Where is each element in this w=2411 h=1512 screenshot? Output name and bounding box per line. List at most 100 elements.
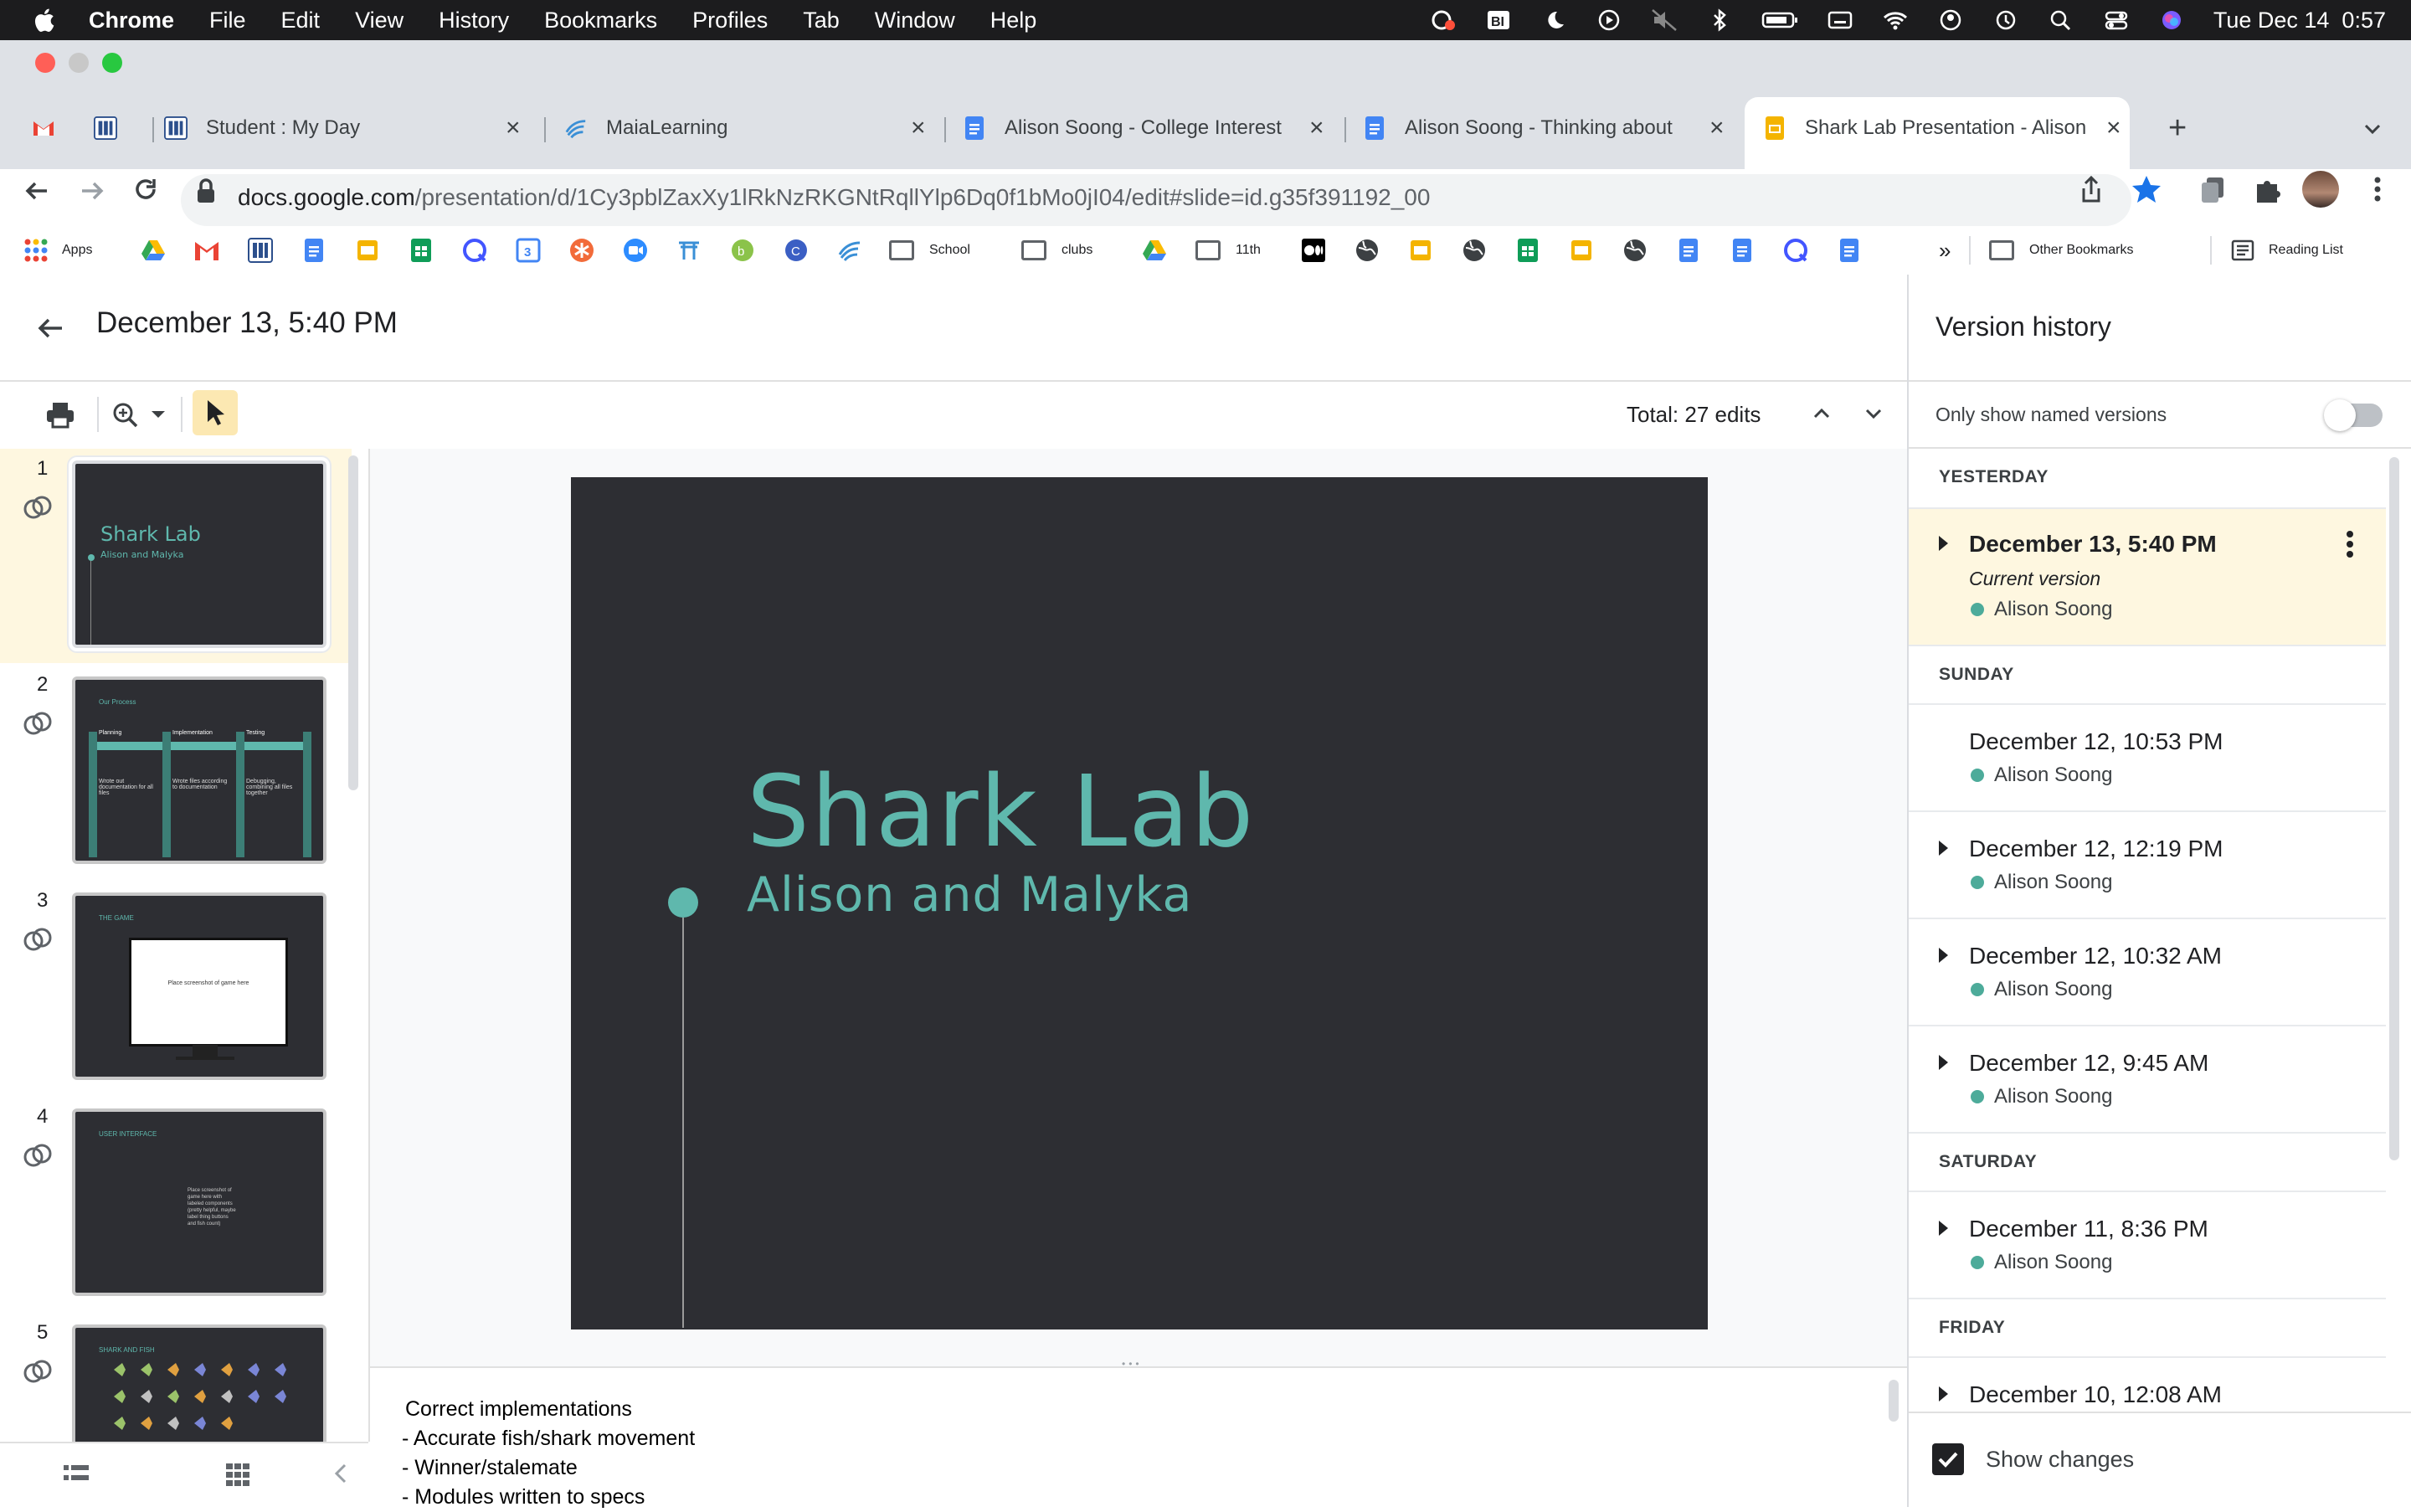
- tab-thinking-about[interactable]: Alison Soong - Thinking about ×: [1363, 105, 1731, 151]
- google-slides-icon[interactable]: [1408, 238, 1433, 263]
- select-tool-button[interactable]: [193, 390, 238, 435]
- tab-shark-lab-active[interactable]: Shark Lab Presentation - Alison ×: [1763, 105, 2131, 151]
- bookmark-other-bookmarks[interactable]: Other Bookmarks: [1989, 229, 2133, 271]
- mute-icon[interactable]: [1651, 8, 1678, 32]
- expand-caret-icon[interactable]: [1939, 1386, 1948, 1401]
- window-close-button[interactable]: [35, 53, 55, 73]
- gmail-icon[interactable]: [194, 239, 219, 261]
- menu-help[interactable]: Help: [990, 8, 1037, 33]
- maialearning-icon[interactable]: [837, 238, 862, 263]
- google-docs-icon[interactable]: [1676, 238, 1701, 263]
- quizlet-icon[interactable]: [462, 238, 487, 263]
- menu-view[interactable]: View: [355, 8, 404, 33]
- chevron-down-icon[interactable]: [149, 407, 167, 422]
- google-slides-icon[interactable]: [1569, 238, 1594, 263]
- tab-maialearning[interactable]: MaiaLearning ×: [564, 105, 933, 151]
- expand-caret-icon[interactable]: [1939, 948, 1948, 963]
- version-entry[interactable]: [1909, 1192, 2386, 1298]
- zoom-icon[interactable]: [109, 399, 142, 432]
- menu-tab[interactable]: Tab: [803, 8, 840, 33]
- moon-icon[interactable]: [1540, 8, 1567, 32]
- menu-file[interactable]: File: [209, 8, 246, 33]
- tab-gmail-pinned[interactable]: [32, 105, 74, 151]
- bookmark-folder-school[interactable]: School: [889, 229, 970, 271]
- google-drive-icon[interactable]: [1142, 238, 1167, 263]
- slide-title[interactable]: Shark Lab: [747, 753, 1255, 869]
- grid-view-icon[interactable]: [224, 1462, 251, 1487]
- expand-caret-icon[interactable]: [1939, 841, 1948, 856]
- google-sheets-icon[interactable]: [1515, 238, 1540, 263]
- forward-arrow-icon[interactable]: [75, 174, 109, 208]
- version-entry[interactable]: [1909, 1026, 2386, 1132]
- b-circle-icon[interactable]: b: [730, 238, 755, 263]
- torii-icon[interactable]: [676, 238, 702, 263]
- speaker-notes[interactable]: Correct implementations - Accurate fish/…: [370, 1366, 1907, 1509]
- bi-app-icon[interactable]: BI: [1485, 8, 1512, 32]
- extensions-puzzle-icon[interactable]: [2250, 172, 2284, 206]
- url-text[interactable]: docs.google.com/presentation/d/1Cy3pblZa…: [238, 184, 1430, 211]
- play-icon[interactable]: [1596, 8, 1622, 32]
- c-circle-icon[interactable]: C: [784, 238, 809, 263]
- more-vert-icon[interactable]: [2336, 527, 2364, 561]
- bookmark-star-icon[interactable]: [2130, 172, 2163, 206]
- slide-thumbnail-2[interactable]: Our Process Planning Implementation Test…: [72, 676, 326, 864]
- expand-caret-icon[interactable]: [1939, 536, 1948, 551]
- reading-list-button[interactable]: Reading List: [2230, 229, 2343, 271]
- menu-edit[interactable]: Edit: [281, 8, 321, 33]
- zoom-icon[interactable]: [623, 238, 648, 263]
- show-changes-checkbox[interactable]: [1932, 1443, 1964, 1475]
- bookmarks-overflow-button[interactable]: »: [1939, 229, 1951, 271]
- globe-icon[interactable]: [1462, 238, 1487, 263]
- expand-caret-icon[interactable]: [1939, 1055, 1948, 1070]
- google-sheets-icon[interactable]: [409, 238, 434, 263]
- bookmark-folder-clubs[interactable]: clubs: [1021, 229, 1092, 271]
- spotlight-search-icon[interactable]: [2048, 8, 2074, 32]
- quizlet-icon[interactable]: [1783, 238, 1808, 263]
- menu-history[interactable]: History: [439, 8, 509, 33]
- slide-thumbnail-4[interactable]: USER INTERFACE Place screenshot of game …: [72, 1108, 326, 1296]
- version-entry[interactable]: [1909, 919, 2386, 1025]
- globe-icon[interactable]: [1622, 238, 1648, 263]
- battery-icon[interactable]: [1761, 8, 1798, 32]
- tab-college-interest[interactable]: Alison Soong - College Interest ×: [963, 105, 1331, 151]
- lock-icon[interactable]: [193, 176, 219, 206]
- menu-profiles[interactable]: Profiles: [692, 8, 768, 33]
- menu-window[interactable]: Window: [875, 8, 955, 33]
- keyboard-icon[interactable]: [1827, 8, 1853, 32]
- filmstrip-view-icon[interactable]: [62, 1462, 90, 1487]
- tab-close-icon[interactable]: ×: [911, 114, 926, 142]
- globe-icon[interactable]: [1355, 238, 1380, 263]
- expand-caret-icon[interactable]: [1939, 1221, 1948, 1236]
- slide-thumbnail-1[interactable]: Shark Lab Alison and Malyka: [69, 457, 330, 651]
- menu-app-name[interactable]: Chrome: [89, 8, 174, 33]
- tab-schoology-pinned[interactable]: [94, 105, 136, 151]
- control-center-icon[interactable]: [2103, 8, 2130, 32]
- asterisk-app-icon[interactable]: [569, 238, 594, 263]
- creative-cloud-icon[interactable]: [1430, 8, 1457, 32]
- slide-subtitle[interactable]: Alison and Malyka: [747, 867, 1192, 923]
- google-calendar-icon[interactable]: 3: [516, 238, 541, 263]
- tab-search-chevron-icon[interactable]: [2361, 117, 2384, 141]
- slide-thumbnail-3[interactable]: THE GAME Place screenshot of game here: [72, 892, 326, 1080]
- slide-thumbnail-5[interactable]: SHARK AND FISH: [72, 1324, 326, 1442]
- time-machine-icon[interactable]: [1992, 8, 2019, 32]
- school-app-icon[interactable]: [248, 238, 273, 263]
- bookmark-folder-11th[interactable]: 11th: [1195, 229, 1261, 271]
- google-docs-icon[interactable]: [1730, 238, 1755, 263]
- bluetooth-icon[interactable]: [1706, 8, 1733, 32]
- extension-copy-icon[interactable]: [2197, 172, 2230, 206]
- menu-bookmarks[interactable]: Bookmarks: [544, 8, 657, 33]
- google-drive-icon[interactable]: [141, 238, 166, 263]
- profile-avatar[interactable]: [2302, 171, 2339, 208]
- version-entry[interactable]: [1909, 812, 2386, 918]
- google-slides-icon[interactable]: [355, 238, 380, 263]
- tab-close-icon[interactable]: ×: [1309, 114, 1324, 142]
- previous-edit-chevron-up-icon[interactable]: [1808, 400, 1835, 427]
- tab-close-icon[interactable]: ×: [506, 114, 521, 142]
- print-icon[interactable]: [44, 399, 77, 432]
- share-icon[interactable]: [2076, 172, 2106, 206]
- version-entry[interactable]: [1909, 705, 2386, 810]
- tab-close-icon[interactable]: ×: [2106, 114, 2121, 142]
- new-tab-button[interactable]: +: [2168, 105, 2187, 151]
- back-arrow-icon[interactable]: [20, 174, 54, 208]
